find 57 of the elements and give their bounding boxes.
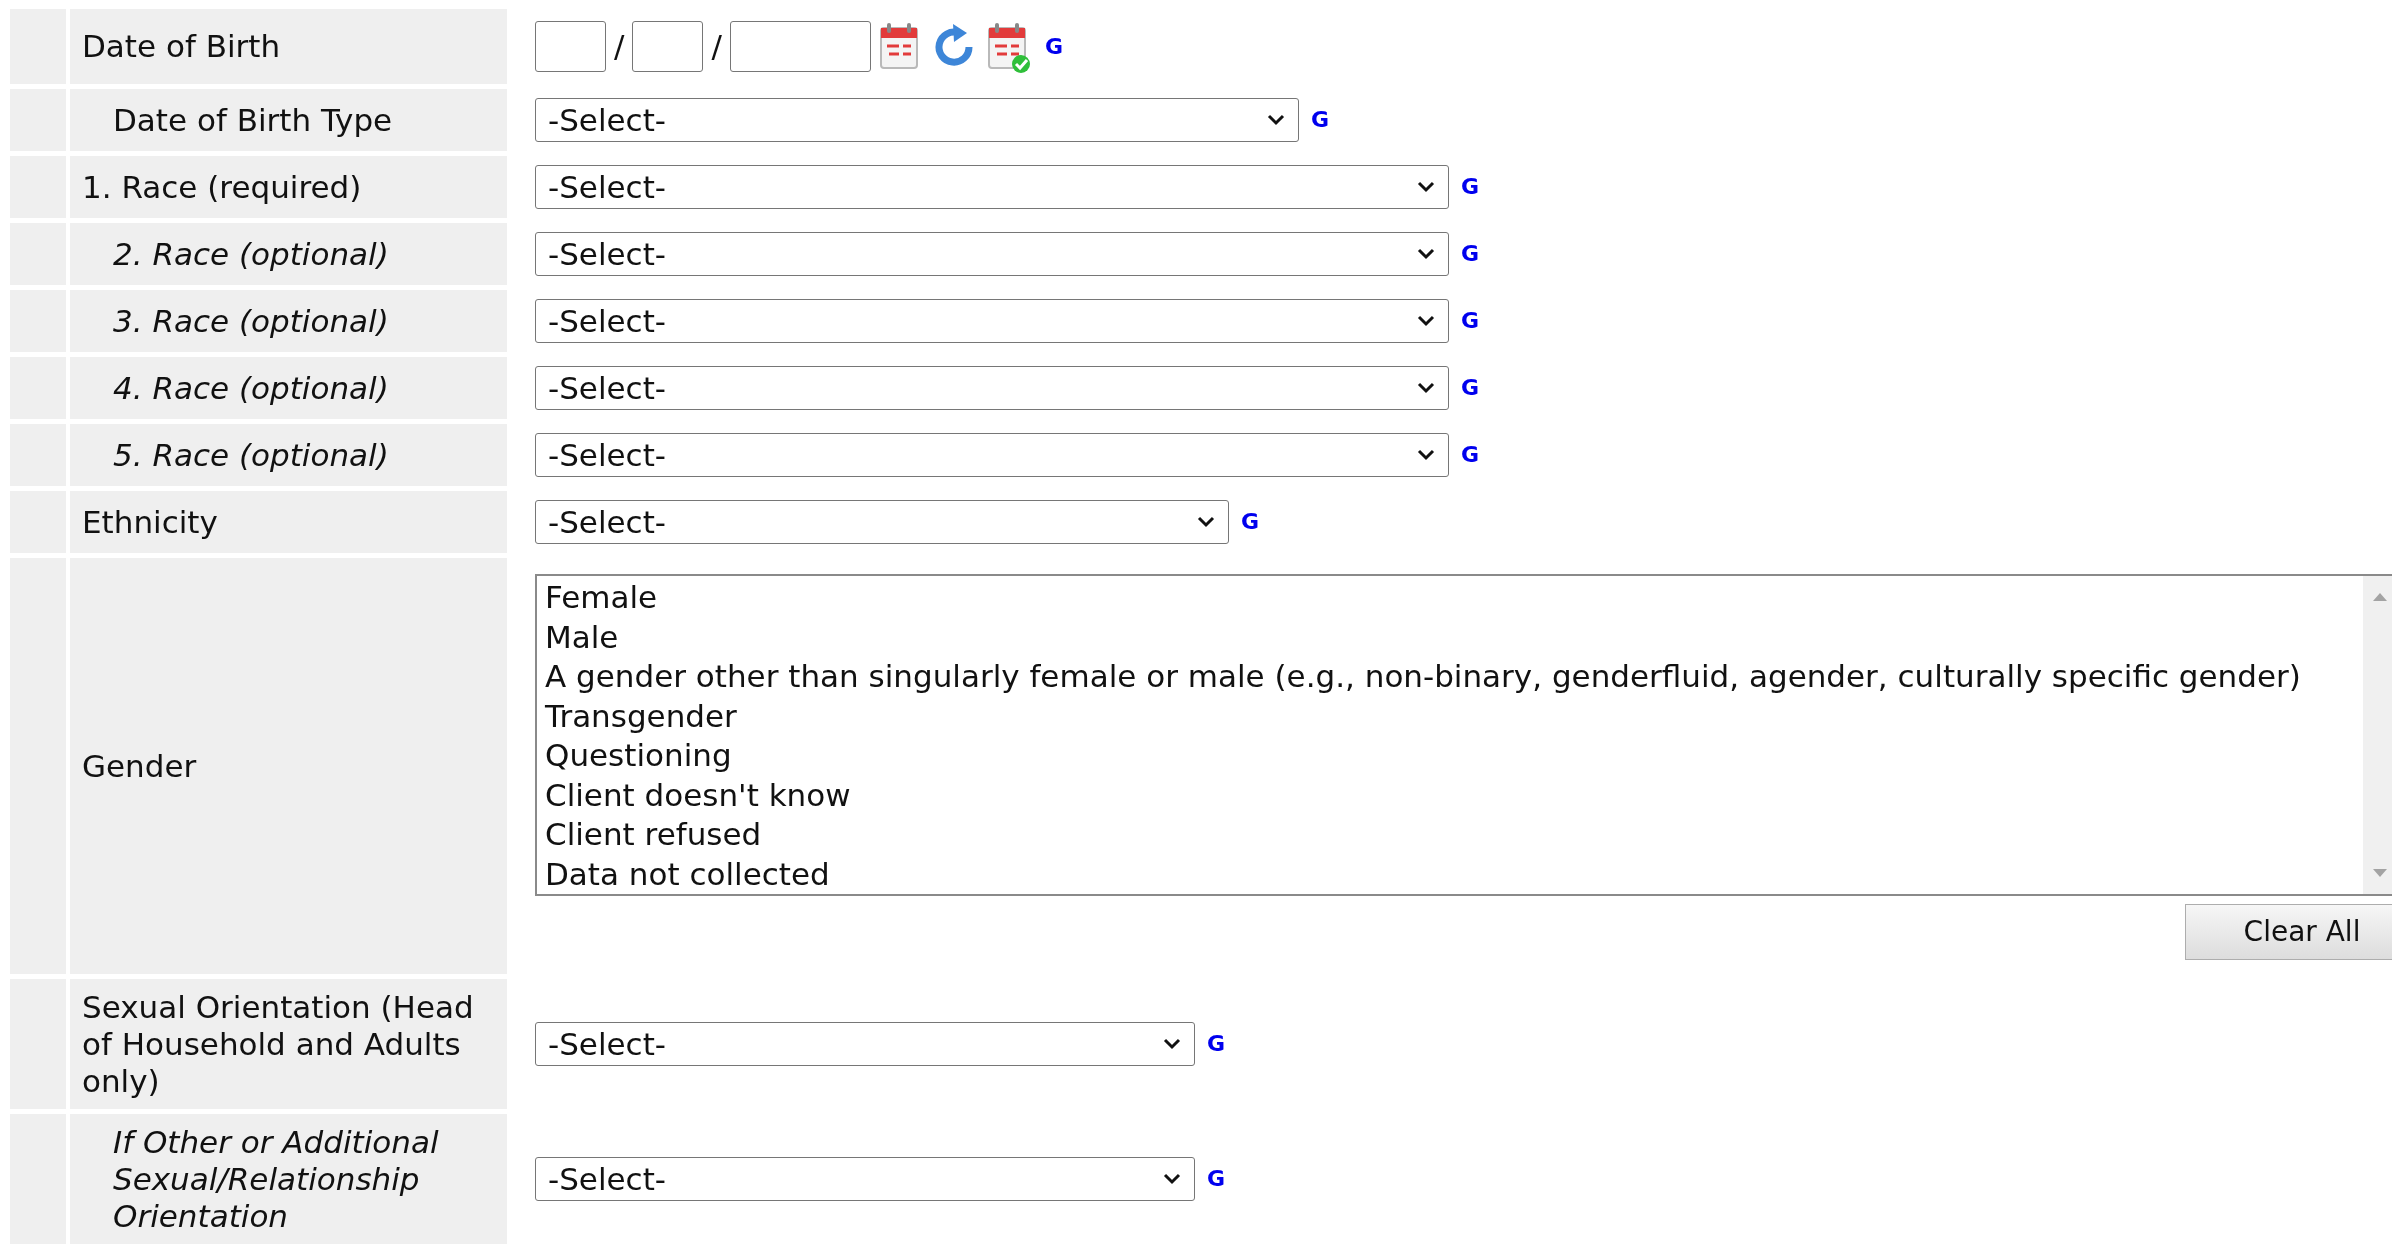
select-dropdown[interactable]: -Select- (535, 165, 1449, 209)
help-link[interactable]: G (1461, 444, 1480, 466)
help-link[interactable]: G (1461, 377, 1480, 399)
help-link[interactable]: G (1044, 35, 1063, 58)
date-separator: / (614, 27, 625, 67)
select-dropdown[interactable]: -Select- (535, 433, 1449, 477)
help-link[interactable]: G (1207, 1033, 1226, 1055)
list-option[interactable]: Data not collected (545, 854, 2363, 894)
field-label: Ethnicity (82, 503, 218, 541)
chevron-icon (1266, 113, 1286, 127)
gender-listbox[interactable] (535, 574, 2392, 896)
scroll-down-icon[interactable] (2372, 868, 2388, 878)
clear-all-button[interactable]: Clear All (2185, 904, 2392, 960)
scrollbar[interactable] (2363, 576, 2392, 894)
date-separator: / (711, 27, 722, 67)
field-label: 1. Race (required) (82, 168, 362, 206)
field-label: 5. Race (optional) (112, 436, 389, 474)
help-link[interactable]: G (1461, 176, 1480, 198)
list-option[interactable]: Transgender (545, 696, 2363, 736)
select-dropdown[interactable]: -Select- (535, 500, 1229, 544)
select-dropdown[interactable]: -Select- (535, 98, 1299, 142)
list-option[interactable]: Client doesn't know (545, 775, 2363, 815)
chevron-icon (1416, 381, 1436, 395)
select-dropdown[interactable]: -Select- (535, 1022, 1195, 1066)
list-option[interactable]: Client refused (545, 815, 2363, 855)
list-option[interactable]: Female (545, 578, 2363, 618)
help-link[interactable]: G (1461, 243, 1480, 265)
select-dropdown[interactable]: -Select- (535, 366, 1449, 410)
help-link[interactable]: G (1311, 109, 1330, 131)
field-label: If Other or Additional Sexual/Relationship Orientation (112, 1123, 440, 1235)
chevron-icon (1162, 1037, 1182, 1051)
chevron-icon (1416, 247, 1436, 261)
select-dropdown[interactable]: -Select- (535, 232, 1449, 276)
field-label: 3. Race (optional) (112, 302, 389, 340)
help-link[interactable]: G (1207, 1168, 1226, 1190)
field-label: Gender (82, 747, 197, 785)
chevron-icon (1416, 180, 1436, 194)
select-dropdown[interactable]: -Select- (535, 299, 1449, 343)
field-label: Sexual Orientation (Head of Household and Adults only) (82, 988, 475, 1100)
chevron-icon (1162, 1172, 1182, 1186)
day-input[interactable] (632, 21, 704, 72)
chevron-icon (1416, 314, 1436, 328)
help-link[interactable]: G (1461, 310, 1480, 332)
list-option[interactable]: Male (545, 617, 2363, 657)
field-label: Date of Birth Type (112, 101, 393, 139)
year-input[interactable] (729, 21, 871, 72)
month-input[interactable] (535, 21, 606, 72)
list-option[interactable]: A gender other than singularly female or male (e.g., non-binary, genderfluid, agender, culturally specific gender) (545, 657, 2363, 697)
field-label: 4. Race (optional) (112, 369, 389, 407)
select-dropdown[interactable]: -Select- (535, 1157, 1195, 1201)
field-label: Date of Birth (82, 28, 281, 65)
chevron-icon (1416, 448, 1436, 462)
list-option[interactable]: Questioning (545, 736, 2363, 776)
help-link[interactable]: G (1241, 511, 1260, 533)
chevron-icon (1196, 515, 1216, 529)
scroll-up-icon[interactable] (2372, 592, 2388, 602)
field-label: 2. Race (optional) (112, 235, 389, 273)
